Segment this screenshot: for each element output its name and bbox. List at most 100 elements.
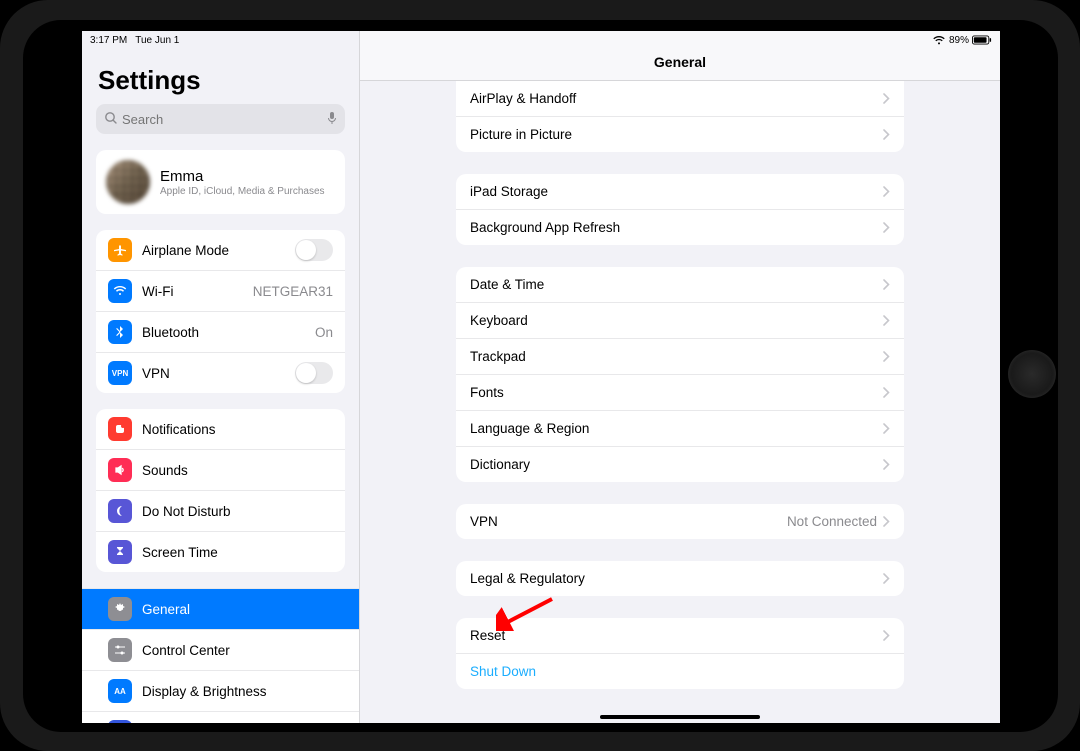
- detail-group-reset: Reset Shut Down: [456, 618, 904, 689]
- profile-row[interactable]: Emma Apple ID, iCloud, Media & Purchases: [96, 150, 345, 214]
- sidebar-item-label: Notifications: [142, 422, 333, 437]
- detail-row-pip[interactable]: Picture in Picture: [456, 116, 904, 152]
- detail-row-keyboard[interactable]: Keyboard: [456, 302, 904, 338]
- detail-row-langregion[interactable]: Language & Region: [456, 410, 904, 446]
- home-indicator: [600, 715, 760, 719]
- detail-row-label: Legal & Regulatory: [470, 571, 883, 586]
- sidebar-item-label: Wi-Fi: [142, 284, 253, 299]
- sidebar-item-sounds[interactable]: Sounds: [96, 449, 345, 490]
- grid-icon: [108, 720, 132, 723]
- sidebar-item-airplane[interactable]: Airplane Mode: [96, 230, 345, 270]
- sidebar-item-label: Screen Time: [142, 545, 333, 560]
- sidebar-item-bluetooth[interactable]: Bluetooth On: [96, 311, 345, 352]
- sidebar-item-screentime[interactable]: Screen Time: [96, 531, 345, 572]
- profile-subtitle: Apple ID, iCloud, Media & Purchases: [160, 186, 325, 197]
- chevron-right-icon: [883, 516, 890, 527]
- detail-row-label: Date & Time: [470, 277, 883, 292]
- bell-icon: [108, 417, 132, 441]
- sidebar-item-label: Display & Brightness: [142, 684, 333, 699]
- wifi-value: NETGEAR31: [253, 284, 333, 299]
- detail-row-vpn[interactable]: VPN Not Connected: [456, 504, 904, 539]
- mic-icon[interactable]: [327, 111, 337, 128]
- status-date: Tue Jun 1: [135, 35, 179, 46]
- vpn-toggle[interactable]: [295, 362, 333, 384]
- detail-row-label: iPad Storage: [470, 184, 883, 199]
- status-bar: 3:17 PM Tue Jun 1 89%: [82, 31, 1000, 49]
- search-box[interactable]: [96, 104, 345, 134]
- detail-row-airplay[interactable]: AirPlay & Handoff: [456, 81, 904, 116]
- wifi-row-icon: [108, 279, 132, 303]
- chevron-right-icon: [883, 351, 890, 362]
- detail-row-shutdown[interactable]: Shut Down: [456, 653, 904, 689]
- display-icon: AA: [108, 679, 132, 703]
- sidebar-item-wifi[interactable]: Wi-Fi NETGEAR31: [96, 270, 345, 311]
- airplane-toggle[interactable]: [295, 239, 333, 261]
- sidebar-item-dnd[interactable]: Do Not Disturb: [96, 490, 345, 531]
- vpn-status: Not Connected: [787, 514, 877, 529]
- sidebar-item-notifications[interactable]: Notifications: [96, 409, 345, 449]
- sidebar-group-connectivity: Airplane Mode Wi-Fi NETGEAR31 Bluetooth …: [96, 230, 345, 393]
- detail-group-input: Date & Time Keyboard Trackpad Fonts: [456, 267, 904, 482]
- detail-row-label: AirPlay & Handoff: [470, 91, 883, 106]
- chevron-right-icon: [883, 222, 890, 233]
- sidebar-group-system: General Control Center AA Display & Brig…: [82, 588, 359, 723]
- detail-group-vpn: VPN Not Connected: [456, 504, 904, 539]
- status-time: 3:17 PM: [90, 35, 127, 46]
- detail-row-label: Reset: [470, 628, 883, 643]
- chevron-right-icon: [883, 423, 890, 434]
- detail-group-media: AirPlay & Handoff Picture in Picture: [456, 81, 904, 152]
- chevron-right-icon: [883, 186, 890, 197]
- sliders-icon: [108, 638, 132, 662]
- chevron-right-icon: [883, 387, 890, 398]
- screen: Settings Emma Apple ID, iCloud, Media & …: [82, 31, 1000, 723]
- detail-body[interactable]: AirPlay & Handoff Picture in Picture iPa…: [360, 81, 1000, 723]
- detail-row-storage[interactable]: iPad Storage: [456, 174, 904, 209]
- detail-row-label: Language & Region: [470, 421, 883, 436]
- sidebar-item-controlcenter[interactable]: Control Center: [82, 629, 359, 670]
- detail-row-label: Dictionary: [470, 457, 883, 472]
- bluetooth-icon: [108, 320, 132, 344]
- detail-row-trackpad[interactable]: Trackpad: [456, 338, 904, 374]
- detail-row-datetime[interactable]: Date & Time: [456, 267, 904, 302]
- detail-row-label: Fonts: [470, 385, 883, 400]
- wifi-icon: [933, 36, 945, 45]
- detail-row-label: Trackpad: [470, 349, 883, 364]
- chevron-right-icon: [883, 129, 890, 140]
- sidebar-item-label: Control Center: [142, 643, 333, 658]
- detail-row-label: VPN: [470, 514, 787, 529]
- vpn-icon: VPN: [108, 361, 132, 385]
- detail-row-reset[interactable]: Reset: [456, 618, 904, 653]
- bluetooth-value: On: [315, 325, 333, 340]
- chevron-right-icon: [883, 279, 890, 290]
- sidebar-item-display[interactable]: AA Display & Brightness: [82, 670, 359, 711]
- speaker-icon: [108, 458, 132, 482]
- search-input[interactable]: [122, 112, 327, 127]
- avatar: [106, 160, 150, 204]
- gear-icon: [108, 597, 132, 621]
- sidebar-item-vpn[interactable]: VPN VPN: [96, 352, 345, 393]
- sidebar-item-general[interactable]: General: [82, 589, 359, 629]
- detail-title: General: [654, 54, 706, 70]
- home-button[interactable]: [1008, 350, 1056, 398]
- sidebar-group-alerts: Notifications Sounds Do Not Disturb: [96, 409, 345, 572]
- detail-row-label: Background App Refresh: [470, 220, 883, 235]
- chevron-right-icon: [883, 315, 890, 326]
- hourglass-icon: [108, 540, 132, 564]
- airplane-icon: [108, 238, 132, 262]
- sidebar-item-label: Do Not Disturb: [142, 504, 333, 519]
- detail-row-legal[interactable]: Legal & Regulatory: [456, 561, 904, 596]
- battery-percent: 89%: [949, 35, 969, 46]
- sidebar-item-label: VPN: [142, 366, 295, 381]
- detail-row-fonts[interactable]: Fonts: [456, 374, 904, 410]
- sidebar-item-label: Bluetooth: [142, 325, 315, 340]
- detail-row-label: Shut Down: [470, 664, 890, 679]
- detail-row-label: Keyboard: [470, 313, 883, 328]
- detail-row-dictionary[interactable]: Dictionary: [456, 446, 904, 482]
- detail-row-bgrefresh[interactable]: Background App Refresh: [456, 209, 904, 245]
- detail-pane: General AirPlay & Handoff Picture in Pic…: [360, 31, 1000, 723]
- search-icon: [104, 111, 118, 128]
- sidebar-item-homescreen[interactable]: Home Screen & Dock: [82, 711, 359, 723]
- chevron-right-icon: [883, 630, 890, 641]
- detail-group-legal: Legal & Regulatory: [456, 561, 904, 596]
- sidebar-item-label: Airplane Mode: [142, 243, 295, 258]
